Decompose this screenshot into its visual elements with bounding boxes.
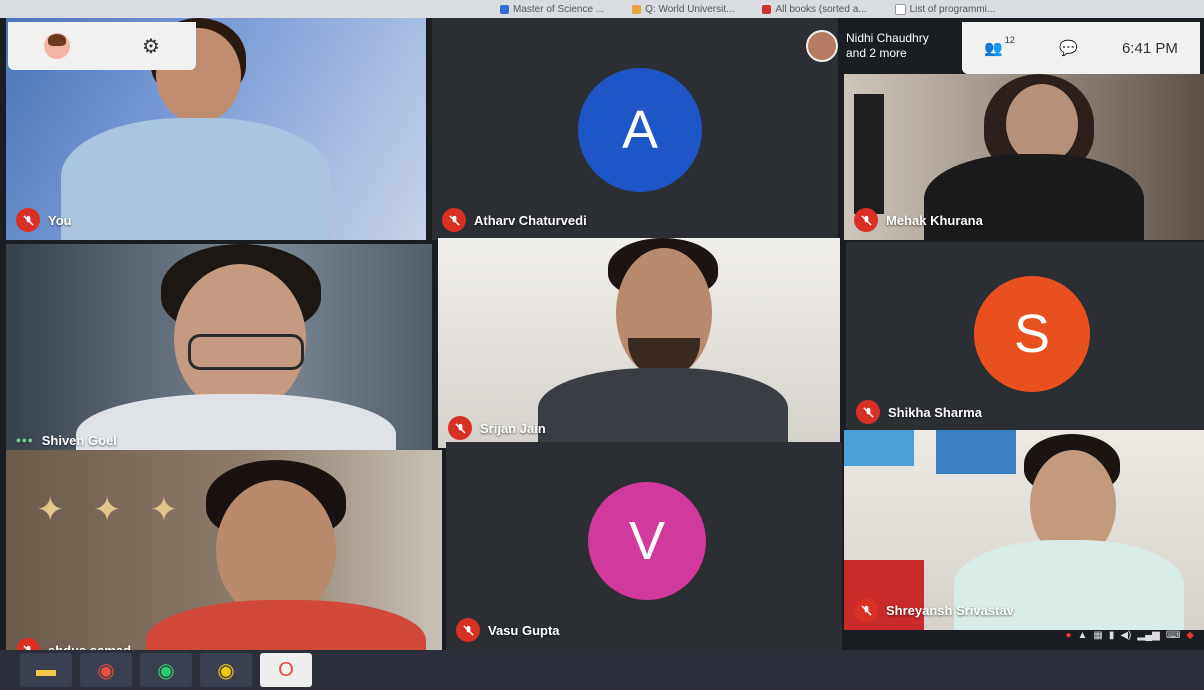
mic-off-icon (456, 618, 480, 642)
participant-avatar: A (578, 68, 702, 192)
participant-tile-atharv[interactable]: A Atharv Chaturvedi (432, 18, 838, 240)
bookmark-item[interactable]: All books (sorted a... (762, 4, 867, 15)
people-icon: 👥 (984, 40, 1003, 57)
participants-count: 12 (1004, 35, 1015, 45)
participant-name-tag: Shreyansh Srivastav (854, 598, 1014, 622)
participant-name: Mehak Khurana (886, 212, 983, 228)
avatar[interactable] (44, 33, 71, 59)
participant-tile-shiven[interactable]: ••• Shiven Goel (6, 244, 432, 456)
participant-name-tag: ••• Shiven Goel (16, 432, 117, 448)
gear-icon[interactable]: ⚙ (142, 34, 160, 59)
opera-icon[interactable]: O (260, 653, 312, 687)
participant-name-tag: Mehak Khurana (854, 208, 983, 232)
participant-name: Srijan Jain (480, 420, 546, 436)
participant-name-tag: Atharv Chaturvedi (442, 208, 587, 232)
taskbar: ▬ ◉ ◉ ◉ O (0, 650, 1204, 690)
participant-name: Shiven Goel (41, 432, 117, 448)
volume-icon[interactable]: ◀) (1120, 630, 1131, 641)
battery-icon[interactable]: ▮ (1109, 630, 1115, 641)
language-icon[interactable]: ⌨ (1166, 630, 1180, 641)
participants-button[interactable]: 👥 12 (984, 35, 1015, 57)
participant-name-tag: You (16, 208, 72, 232)
bookmark-item[interactable]: Master of Science ... (500, 4, 604, 15)
avatar (806, 30, 838, 62)
presenting-text: Nidhi Chaudhry and 2 more (846, 31, 929, 60)
mic-off-icon (856, 400, 880, 424)
participant-tile-shreyansh[interactable]: Shreyansh Srivastav (844, 430, 1204, 630)
participant-name-tag: Srijan Jain (448, 416, 546, 440)
participant-tile-vasu[interactable]: V Vasu Gupta (446, 442, 842, 650)
file-explorer-icon[interactable]: ▬ (20, 653, 72, 687)
tray-icon[interactable]: ▦ (1093, 630, 1102, 641)
chat-icon: 💬 (1059, 40, 1078, 57)
mic-off-icon (442, 208, 466, 232)
chrome-icon[interactable]: ◉ (140, 653, 192, 687)
participant-name: You (48, 212, 72, 228)
video-feed (6, 244, 432, 456)
participant-avatar: S (974, 276, 1090, 392)
chrome-icon[interactable]: ◉ (200, 653, 252, 687)
participant-name: Shikha Sharma (888, 404, 982, 420)
self-view-panel: ⚙ (8, 22, 196, 70)
participant-name-tag: Vasu Gupta (456, 618, 560, 642)
wifi-icon[interactable]: ▂▄▆ (1137, 630, 1159, 641)
tray-icon[interactable]: ◆ (1186, 630, 1194, 641)
participant-avatar: V (588, 482, 706, 600)
mic-off-icon (16, 208, 40, 232)
bookmark-icon (762, 4, 772, 14)
tray-icon[interactable]: ● (1065, 630, 1071, 641)
bookmark-icon (894, 3, 906, 15)
participant-tile-shikha[interactable]: S Shikha Sharma (846, 242, 1204, 432)
mic-off-icon (854, 598, 878, 622)
participant-tile-srijan[interactable]: Srijan Jain (438, 238, 840, 448)
video-feed: ✦ ✦ ✦ (6, 450, 442, 670)
bookmark-icon (632, 4, 642, 14)
presenting-indicator[interactable]: Nidhi Chaudhry and 2 more (806, 30, 929, 62)
mic-off-icon (448, 416, 472, 440)
speaking-indicator: ••• (16, 432, 34, 448)
bookmark-item[interactable]: List of programmi... (894, 3, 995, 15)
mic-off-icon (854, 208, 878, 232)
meeting-info-panel: 👥 12 💬 6:41 PM (962, 22, 1200, 74)
participant-tile-mehak[interactable]: Mehak Khurana (844, 74, 1204, 240)
participant-name: Atharv Chaturvedi (474, 212, 587, 228)
participant-name: Shreyansh Srivastav (886, 602, 1014, 618)
participant-tile-abdus[interactable]: ✦ ✦ ✦ abdus samad (6, 450, 442, 670)
participant-name-tag: Shikha Sharma (856, 400, 982, 424)
video-grid: You A Atharv Chaturvedi Mehak Khurana ••… (6, 18, 1204, 670)
clock: 6:41 PM (1121, 39, 1178, 57)
chat-button[interactable]: 💬 (1059, 39, 1078, 57)
tray-icon[interactable]: ▲ (1077, 630, 1087, 641)
bookmarks-bar: Master of Science ... Q: World Universit… (0, 0, 1204, 18)
bookmark-icon (500, 4, 509, 14)
bookmark-item[interactable]: Q: World Universit... (632, 4, 734, 15)
participant-name: Vasu Gupta (488, 622, 560, 638)
system-tray: ● ▲ ▦ ▮ ◀) ▂▄▆ ⌨ ◆ (1065, 630, 1194, 641)
chrome-icon[interactable]: ◉ (80, 653, 132, 687)
butterfly-wallpaper: ✦ ✦ ✦ (36, 491, 179, 529)
